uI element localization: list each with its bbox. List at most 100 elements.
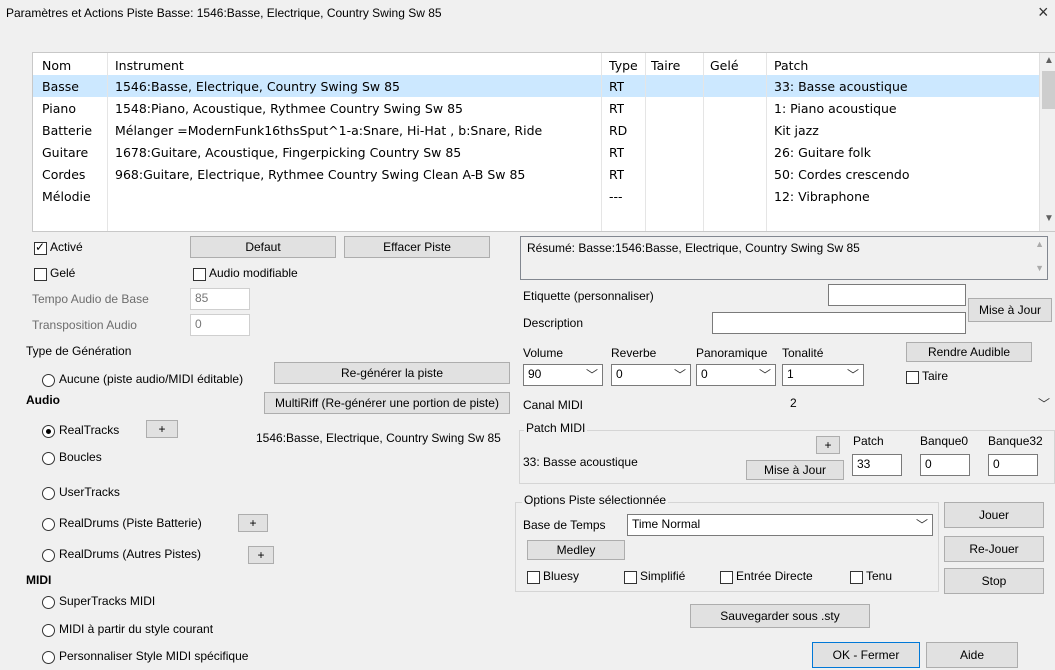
col-taire[interactable]: Taire [651,58,680,73]
patch-midi-label: Patch MIDI [524,421,588,435]
midi-style-label: MIDI à partir du style courant [59,622,214,636]
track-table: Nom Instrument Type Taire Gelé Patch Bas… [32,52,1055,232]
tempo-input[interactable]: 85 [190,288,250,310]
patch-input[interactable]: 33 [852,454,902,476]
simplified-label: Simplifié [640,569,686,583]
loops-label: Boucles [59,450,102,464]
audio-editable-checkbox[interactable] [193,268,206,281]
scroll-down-icon[interactable]: ▼ [1044,213,1054,224]
midi-style-radio[interactable] [42,624,55,637]
time-base-label: Base de Temps [523,518,606,532]
cell-name: Mélodie [42,189,91,204]
bank32-input[interactable]: 0 [988,454,1038,476]
ok-close-button[interactable]: OK - Fermer [812,642,920,668]
scroll-up-icon[interactable]: ▲ [1044,55,1054,66]
table-row[interactable]: Basse 1546:Basse, Electrique, Country Swi… [33,75,1039,97]
summary-scroll-down-icon[interactable]: ▼ [1035,263,1044,273]
pan-label: Panoramique [696,346,768,360]
col-type[interactable]: Type [609,58,638,73]
cell-patch: 50: Cordes crescendo [774,167,910,182]
cell-patch: 26: Guitare folk [774,145,872,160]
chevron-down-icon: ﹀ [758,368,771,382]
pan-select[interactable]: 0 ﹀ [696,364,776,386]
time-base-select[interactable]: Time Normal ﹀ [627,514,933,536]
clear-track-button[interactable]: Effacer Piste [344,236,490,258]
chevron-down-icon: ﹀ [915,518,928,532]
active-checkbox[interactable] [34,240,47,255]
frozen-checkbox[interactable] [34,268,47,281]
custom-label-input[interactable] [828,284,966,306]
table-row[interactable]: Batterie Mélanger =ModernFunk16thsSput^1-… [33,119,1039,141]
bank0-input[interactable]: 0 [920,454,970,476]
realdrums-plus-button[interactable]: + [238,514,268,532]
tone-value: 1 [787,367,794,381]
custom-label-label: Etiquette (personnaliser) [523,289,654,303]
held-checkbox[interactable] [850,571,863,584]
none-label: Aucune (piste audio/MIDI éditable) [59,372,244,386]
realdrums-other-plus-button[interactable]: + [248,546,274,564]
none-radio[interactable] [42,374,55,387]
table-row[interactable]: Piano 1548:Piano, Acoustique, Rythmee Cou… [33,97,1039,119]
volume-select[interactable]: 90 ﹀ [523,364,603,386]
cell-name: Basse [42,79,79,94]
scroll-thumb[interactable] [1042,71,1055,109]
description-input[interactable] [712,312,966,334]
close-icon[interactable]: × [1038,2,1049,23]
custom-style-label: Personnaliser Style MIDI spécifique [59,649,249,663]
realdrums-radio[interactable] [42,518,55,531]
table-scrollbar[interactable]: ▲ ▼ [1039,53,1055,231]
cell-instrument: Mélanger =ModernFunk16thsSput^1-a:Snare,… [115,123,543,138]
bluesy-checkbox[interactable] [527,571,540,584]
patch-name: 33: Basse acoustique [523,455,638,469]
medley-button[interactable]: Medley [527,540,625,560]
realdrums-other-label: RealDrums (Autres Pistes) [59,547,202,561]
save-sty-button[interactable]: Sauvegarder sous .sty [690,604,870,628]
col-patch[interactable]: Patch [774,58,808,73]
table-row[interactable]: Mélodie --- 12: Vibraphone [33,185,1039,207]
supertracks-label: SuperTracks MIDI [59,594,156,608]
default-button[interactable]: Defaut [190,236,336,258]
cell-patch: 33: Basse acoustique [774,79,908,94]
generation-type-label: Type de Génération [26,344,132,358]
patch-plus-button[interactable]: + [816,436,840,454]
pan-value: 0 [701,367,708,381]
reverb-select[interactable]: 0 ﹀ [611,364,691,386]
col-gele[interactable]: Gelé [710,58,739,73]
bank32-label: Banque32 [988,434,1043,448]
custom-style-radio[interactable] [42,651,55,664]
update-label-button[interactable]: Mise à Jour [968,298,1052,322]
midi-channel-label: Canal MIDI [523,398,584,412]
midi-channel-select[interactable]: 2 ﹀ [782,394,1054,416]
help-button[interactable]: Aide [926,642,1018,668]
usertracks-radio[interactable] [42,487,55,500]
realdrums-other-radio[interactable] [42,549,55,562]
midi-heading: MIDI [26,573,52,587]
tone-select[interactable]: 1 ﹀ [782,364,864,386]
supertracks-radio[interactable] [42,596,55,609]
simplified-checkbox[interactable] [624,571,637,584]
transpose-label: Transposition Audio [32,318,137,332]
cell-name: Batterie [42,123,93,138]
transpose-input[interactable]: 0 [190,314,250,336]
regenerate-button[interactable]: Re-générer la piste [274,362,510,384]
col-nom[interactable]: Nom [42,58,71,73]
cell-name: Piano [42,101,76,116]
col-instrument[interactable]: Instrument [115,58,184,73]
stop-button[interactable]: Stop [944,568,1044,594]
loops-radio[interactable] [42,452,55,465]
play-button[interactable]: Jouer [944,502,1044,528]
summary-scroll-up-icon[interactable]: ▲ [1035,239,1044,249]
multiriff-button[interactable]: MultiRiff (Re-générer une portion de pis… [264,392,510,414]
replay-button[interactable]: Re-Jouer [944,536,1044,562]
table-row[interactable]: Cordes 968:Guitare, Electrique, Rythmee C… [33,163,1039,185]
table-row[interactable]: Guitare 1678:Guitare, Acoustique, Fingerp… [33,141,1039,163]
direct-input-label: Entrée Directe [736,569,813,583]
realtracks-plus-button[interactable]: + [146,420,178,438]
mute-checkbox[interactable] [906,371,919,384]
realtracks-radio[interactable] [42,425,55,438]
description-label: Description [523,316,584,330]
cell-type: RD [609,123,628,138]
direct-input-checkbox[interactable] [720,571,733,584]
patch-update-button[interactable]: Mise à Jour [746,460,844,480]
make-audible-button[interactable]: Rendre Audible [906,342,1032,362]
